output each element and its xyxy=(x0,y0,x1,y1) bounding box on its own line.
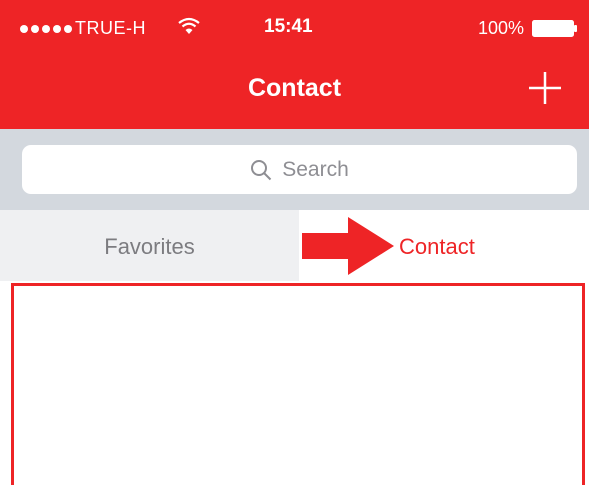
plus-icon xyxy=(529,72,561,104)
carrier-name: TRUE-H xyxy=(75,18,146,38)
wifi-icon xyxy=(178,17,200,34)
battery-icon xyxy=(532,20,577,37)
highlighted-contact-list xyxy=(11,283,585,485)
navigation-bar: Contact xyxy=(0,52,589,129)
page-title: Contact xyxy=(247,74,342,102)
header: TRUE-H 15:41 100% Contact xyxy=(0,0,589,129)
search-input[interactable]: Search xyxy=(22,145,577,194)
status-time: 15:41 xyxy=(264,16,313,37)
battery-percentage: 100% xyxy=(478,18,525,38)
search-icon xyxy=(251,159,272,180)
signal-strength-icon xyxy=(20,25,72,33)
arrow-right-icon xyxy=(302,217,394,275)
phone-screen: TRUE-H 15:41 100% Contact Search Favorit… xyxy=(0,0,589,485)
tab-favorites-label: Favorites xyxy=(104,234,195,259)
tab-favorites[interactable]: Favorites xyxy=(0,210,299,281)
search-bar-container: Search xyxy=(0,129,589,210)
add-contact-button[interactable] xyxy=(527,70,563,106)
segmented-tabs: Favorites Contact xyxy=(0,210,589,281)
search-placeholder: Search xyxy=(282,157,349,181)
tab-contact-label: Contact xyxy=(399,234,475,259)
status-bar: TRUE-H 15:41 100% xyxy=(0,0,589,52)
